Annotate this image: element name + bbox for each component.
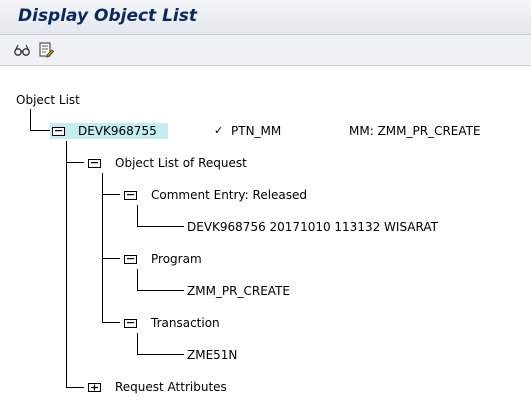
request-attributes-label[interactable]: Request Attributes	[115, 380, 227, 394]
object-tree: Object List DEVK968755 ✓ PTN_MM MM: ZMM_…	[0, 66, 531, 420]
tree-connector	[137, 205, 138, 226]
tree-connector	[102, 322, 120, 323]
program-value[interactable]: ZMM_PR_CREATE	[187, 284, 290, 298]
tree-connector	[30, 130, 50, 131]
request-number[interactable]: DEVK968755	[78, 124, 157, 138]
folder-open-icon[interactable]	[124, 189, 138, 200]
tree-root-label[interactable]: Object List	[16, 93, 80, 107]
folder-open-icon[interactable]	[124, 253, 138, 264]
document-edit-icon	[39, 42, 54, 58]
details-button[interactable]	[36, 40, 56, 60]
tree-connector	[137, 333, 138, 354]
tree-connector	[137, 269, 138, 290]
folder-open-icon[interactable]	[52, 125, 66, 136]
tree-connector	[102, 173, 103, 323]
request-description: MM: ZMM_PR_CREATE	[349, 124, 481, 138]
application-toolbar	[0, 35, 531, 66]
tree-connector	[102, 258, 120, 259]
tree-connector	[30, 109, 31, 131]
program-label[interactable]: Program	[151, 252, 202, 266]
tree-connector	[137, 354, 184, 355]
tree-connector	[66, 387, 84, 388]
tree-connector	[66, 162, 84, 163]
transaction-value[interactable]: ZME51N	[187, 348, 237, 362]
check-icon: ✓	[214, 124, 224, 137]
request-owner: PTN_MM	[231, 124, 282, 138]
tree-connector	[66, 141, 67, 387]
tree-connector	[137, 290, 184, 291]
comment-entry-label[interactable]: Comment Entry: Released	[151, 188, 307, 202]
title-bar: Display Object List	[0, 0, 531, 35]
folder-open-icon[interactable]	[124, 317, 138, 328]
comment-entry-value[interactable]: DEVK968756 20171010 113132 WISARAT	[187, 220, 438, 234]
object-list-node-label[interactable]: Object List of Request	[115, 156, 247, 170]
folder-open-icon[interactable]	[88, 157, 102, 168]
display-button[interactable]	[12, 40, 32, 60]
tree-connector	[137, 226, 184, 227]
window-title: Display Object List	[18, 6, 198, 26]
transaction-label[interactable]: Transaction	[151, 316, 220, 330]
tree-connector	[102, 194, 120, 195]
folder-closed-icon[interactable]	[88, 381, 102, 392]
glasses-icon	[14, 44, 30, 56]
